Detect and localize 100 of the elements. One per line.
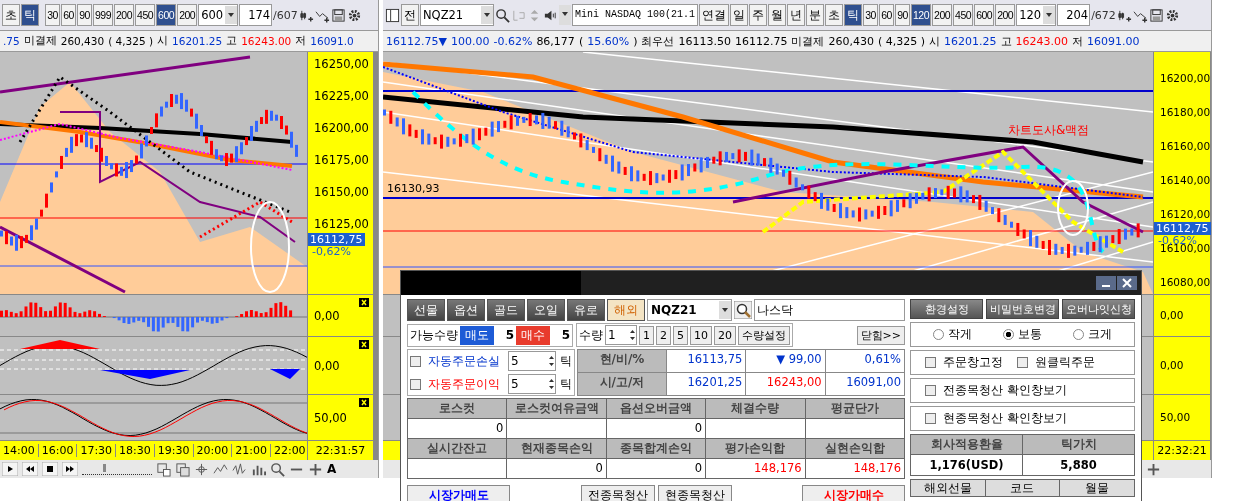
close-icon[interactable] [359,340,369,349]
interval-button[interactable]: 90 [77,4,92,26]
quantity-spinner[interactable]: 1 [605,325,637,345]
layout-icon[interactable] [385,7,400,23]
time-label: 20:00 [193,444,233,457]
axis-label: 16250,00 [314,57,370,71]
wave-icon[interactable] [232,461,247,477]
period-tab[interactable]: 틱 [21,4,39,26]
close-icon[interactable] [359,398,369,407]
crosshair-icon[interactable] [194,461,209,477]
count-field[interactable]: 204 [1057,4,1091,26]
time-label: 14:00 [0,444,39,457]
settings-button[interactable]: 비밀번호변경 [986,299,1059,319]
market-tab[interactable]: 유로 [567,299,605,321]
symbol-button[interactable]: 전 [401,4,419,26]
market-tab[interactable]: 옵션 [447,299,485,321]
interval-button[interactable]: 90 [895,4,911,26]
market-tab[interactable]: 골드 [487,299,525,321]
close-current-button[interactable]: 현종목청산 [657,485,732,501]
quote-text: 미결제 [791,33,825,49]
period-tab[interactable]: 년 [787,4,806,26]
interval-button[interactable]: 120 [911,4,932,26]
font-button[interactable]: A [327,462,337,476]
quantity-preset-button[interactable]: 5 [673,325,688,345]
quote-text: 16113.50 [678,34,731,48]
checkbox[interactable] [410,378,421,390]
axis-label: 16125,00 [314,217,370,231]
market-tab[interactable]: 선물 [407,299,445,321]
interval-button[interactable]: 60 [879,4,895,26]
interval-button[interactable]: 200 [177,4,198,26]
period-tab[interactable]: 일 [730,4,749,26]
checkbox[interactable] [410,355,421,367]
interval-button[interactable]: 600 [156,4,177,26]
play-icon[interactable] [2,462,18,476]
period-tab[interactable]: 주 [749,4,768,26]
interval-button[interactable]: 200 [932,4,953,26]
quantity-preset-button[interactable]: 20 [714,325,736,345]
interval-button[interactable]: 200 [995,4,1016,26]
code-dropdown[interactable]: NQZ21 [420,4,494,26]
search-icon[interactable] [734,301,752,319]
collapse-button[interactable]: 닫힘>> [856,325,905,345]
size-radio[interactable]: 크게 [1072,326,1112,343]
close-icon[interactable] [359,298,369,307]
interval-dropdown[interactable]: 120 [1016,4,1057,26]
interval-button[interactable]: 999 [93,4,114,26]
unit-label: 틱 [560,352,572,370]
period-tab[interactable]: 초 [2,4,20,26]
fast-forward-icon[interactable] [62,462,78,476]
market-sell-button[interactable]: 시장가매도 [407,485,510,501]
window-icon[interactable] [156,461,171,477]
count-field[interactable]: 174 [239,4,273,26]
interval-button[interactable]: 30 [45,4,60,26]
period-tab[interactable]: 초 [825,4,844,26]
plus-icon[interactable] [308,461,323,477]
size-radio[interactable]: 작게 [933,326,973,343]
quantity-setting-button[interactable]: 수량설정 [738,325,790,345]
interval-button[interactable]: 30 [863,4,879,26]
settings-button[interactable]: 오버나잇신청 [1062,299,1135,319]
search-icon[interactable] [495,7,510,23]
tick-spinner[interactable]: 5 [508,374,556,394]
rewind-icon[interactable] [22,462,38,476]
quote-text: 고 [226,34,238,48]
settings-icon[interactable] [1164,7,1180,23]
quote-text: 고 [1000,33,1012,49]
save-icon[interactable] [330,7,346,23]
code-dropdown[interactable]: NQZ21 [647,299,732,321]
quantity-preset-button[interactable]: 2 [656,325,671,345]
axis-label: 16120,00 [1160,208,1210,221]
interval-dropdown[interactable]: 600 [198,4,239,26]
column-header: 해외선물 [911,480,985,496]
interval-button[interactable]: 60 [61,4,76,26]
stop-icon[interactable] [42,462,58,476]
interval-button[interactable]: 450 [953,4,974,26]
interval-button[interactable]: 200 [114,4,135,26]
name-field[interactable]: 나스닥 [754,299,905,321]
period-tab[interactable]: 월 [768,4,787,26]
table-cell: 0 [606,459,706,478]
quantity-preset-button[interactable]: 10 [690,325,712,345]
minimize-icon[interactable] [1096,276,1116,290]
option-checkbox[interactable]: 주문창고정 [925,354,1003,371]
interval-button[interactable]: 600 [974,4,995,26]
speed-slider[interactable] [82,463,152,475]
close-all-button[interactable]: 전종목청산 [580,485,655,501]
link-button[interactable]: 연결 [699,4,730,26]
period-tab[interactable]: 분 [806,4,825,26]
period-tab[interactable]: 틱 [844,4,863,26]
overlap-icon[interactable] [175,461,190,477]
zoom-icon[interactable] [270,461,285,477]
plus-icon[interactable] [1146,461,1161,477]
market-tab[interactable]: 오일 [527,299,565,321]
option-checkbox[interactable]: 원클릭주문 [1017,354,1095,371]
size-radio[interactable]: 보통 [1003,326,1042,343]
interval-button[interactable]: 450 [135,4,156,26]
trend-icon[interactable] [213,461,228,477]
quantity-preset-button[interactable]: 1 [639,325,654,345]
settings-icon[interactable] [346,7,362,23]
save-icon[interactable] [1148,7,1164,23]
settings-button[interactable]: 환경설정 [910,299,983,319]
column-header: 월물 [1060,480,1134,496]
tick-spinner[interactable]: 5 [508,351,556,371]
